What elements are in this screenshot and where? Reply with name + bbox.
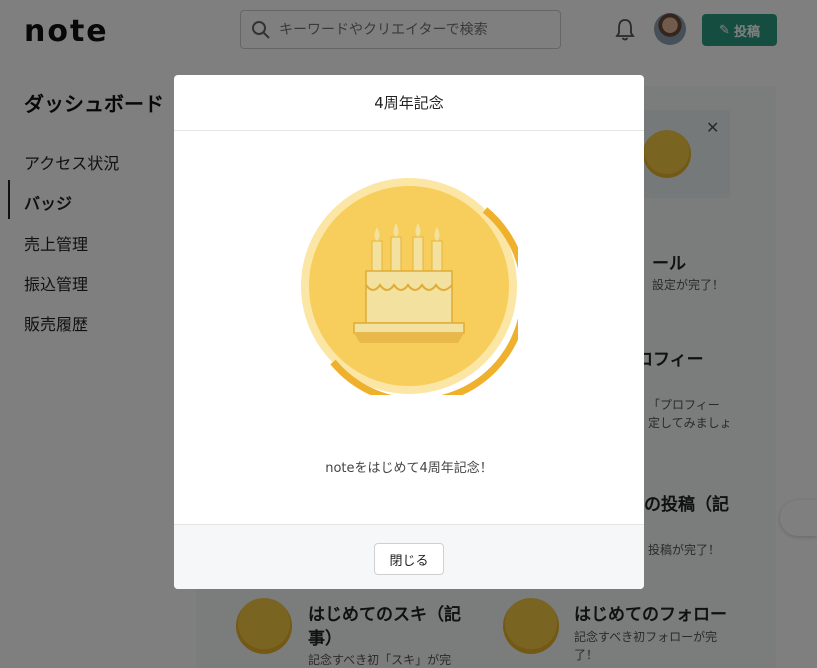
modal-footer: 閉じる bbox=[174, 524, 644, 589]
birthday-cake-icon bbox=[301, 178, 518, 395]
close-button[interactable]: 閉じる bbox=[374, 543, 444, 575]
badge-modal: 4周年記念 noteをはじめて4周年記念！ 閉じる bbox=[174, 75, 644, 589]
modal-header: 4周年記念 bbox=[174, 75, 644, 131]
modal-title: 4周年記念 bbox=[374, 94, 444, 112]
modal-message: noteをはじめて4周年記念！ bbox=[325, 461, 493, 476]
